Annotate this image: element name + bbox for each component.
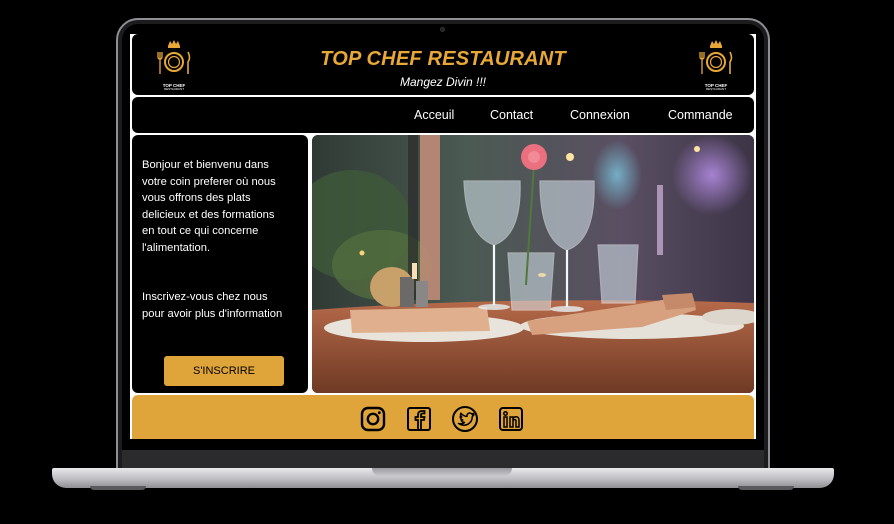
laptop-opening-notch xyxy=(372,468,512,476)
linkedin-icon[interactable] xyxy=(497,405,525,433)
instagram-icon[interactable] xyxy=(359,405,387,433)
laptop-foot xyxy=(738,486,794,490)
site-header: TOP CHEF RESTAURANT TOP CHEF RESTAURANT … xyxy=(132,34,754,95)
signup-button[interactable]: S'INSCRIRE xyxy=(164,356,284,386)
site-title: TOP CHEF RESTAURANT xyxy=(320,48,566,70)
camera-icon xyxy=(440,27,445,32)
nav-item-commande[interactable]: Commande xyxy=(668,108,733,122)
twitter-icon[interactable] xyxy=(451,405,479,433)
nav-item-acceuil[interactable]: Acceuil xyxy=(414,108,454,122)
nav-item-connexion[interactable]: Connexion xyxy=(570,108,630,122)
site-footer xyxy=(132,395,754,439)
site-tagline: Mangez Divin !!! xyxy=(399,75,487,89)
facebook-icon[interactable] xyxy=(405,405,433,433)
table-setting-illustration xyxy=(312,135,754,393)
laptop-foot xyxy=(90,486,146,490)
laptop-screen: TOP CHEF RESTAURANT TOP CHEF RESTAURANT … xyxy=(130,34,756,439)
signup-invitation-text: Inscrivez-vous chez nous pour avoir plus… xyxy=(142,291,283,320)
laptop-chin xyxy=(122,450,764,468)
main-navigation: Acceuil Contact Connexion Commande xyxy=(132,97,754,133)
welcome-text: Bonjour et bienvenu dans votre coin pref… xyxy=(142,159,276,254)
logo-subtext: RESTAURANT xyxy=(705,87,727,91)
restaurant-table-photo xyxy=(312,135,754,393)
welcome-panel: Bonjour et bienvenu dans votre coin pref… xyxy=(132,135,308,393)
chef-crown-plate-icon xyxy=(699,40,733,74)
restaurant-logo[interactable]: TOP CHEF RESTAURANT xyxy=(696,40,736,91)
nav-item-contact[interactable]: Contact xyxy=(490,108,533,122)
